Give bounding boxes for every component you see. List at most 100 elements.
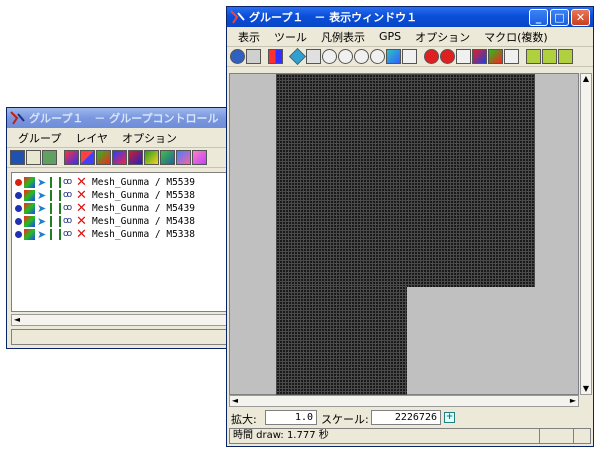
- layer-list[interactable]: ➤ ꝏ ✕ Mesh_Gunma / M5539 ➤ ꝏ ✕ Mesh_Gunm…: [11, 172, 229, 312]
- menu-layer[interactable]: レイヤ: [68, 130, 115, 146]
- scroll-left-icon[interactable]: ◄: [230, 396, 240, 406]
- scroll-down-icon[interactable]: ▼: [581, 384, 591, 394]
- grid-layer-icon[interactable]: [192, 150, 207, 165]
- layer-row[interactable]: ➤ ꝏ ✕ Mesh_Gunma / M5439: [12, 202, 228, 215]
- layer-row[interactable]: ➤ ꝏ ✕ Mesh_Gunma / M5538: [12, 189, 228, 202]
- show-hide-icon[interactable]: ➤: [37, 216, 48, 227]
- status-cell-2: [540, 429, 574, 443]
- display-window-titlebar[interactable]: グループ１ － 表示ウィンドウ１ _ □ ✕: [227, 7, 593, 27]
- menu-view[interactable]: 表示: [231, 29, 267, 45]
- remove-layer-icon[interactable]: ✕: [76, 176, 87, 189]
- menu-group[interactable]: グループ: [11, 130, 68, 146]
- legend-icon[interactable]: [488, 49, 503, 64]
- menu-gps[interactable]: GPS: [372, 30, 408, 43]
- script-1-icon[interactable]: [526, 49, 541, 64]
- binoculars-icon[interactable]: ꝏ: [63, 203, 74, 214]
- minimize-button[interactable]: _: [529, 8, 548, 26]
- remove-layer-icon[interactable]: ✕: [76, 228, 87, 241]
- script-2-icon[interactable]: [542, 49, 557, 64]
- script-3-icon[interactable]: [558, 49, 573, 64]
- layer-controls-icon[interactable]: [50, 203, 61, 214]
- layer-controls-icon[interactable]: [50, 216, 61, 227]
- measure-icon[interactable]: [472, 49, 487, 64]
- layer-type-icon: [24, 229, 35, 240]
- maximize-button[interactable]: □: [550, 8, 569, 26]
- layer-indicator-icon[interactable]: [15, 205, 22, 212]
- display-window[interactable]: グループ１ － 表示ウィンドウ１ _ □ ✕ 表示 ツール 凡例表示 GPS オ…: [226, 6, 594, 447]
- binoculars-icon[interactable]: ꝏ: [63, 177, 74, 188]
- layer-indicator-icon[interactable]: [15, 231, 22, 238]
- menu-option[interactable]: オプション: [115, 130, 184, 146]
- layer-list-hscroll[interactable]: ◄: [11, 314, 229, 326]
- zoom-in-icon[interactable]: [322, 49, 337, 64]
- zoom-field[interactable]: 1.0: [265, 410, 317, 425]
- select-icon[interactable]: [402, 49, 417, 64]
- raster-layer-icon[interactable]: [80, 150, 95, 165]
- layer-indicator-icon[interactable]: [15, 192, 22, 199]
- show-hide-icon[interactable]: ➤: [37, 229, 48, 240]
- group-control-menubar: グループ レイヤ オプション: [7, 128, 233, 148]
- layer-row[interactable]: ➤ ꝏ ✕ Mesh_Gunma / M5338: [12, 228, 228, 241]
- active-layer-indicator-icon[interactable]: [15, 179, 22, 186]
- vector-layer-icon[interactable]: [96, 150, 111, 165]
- map-vscroll[interactable]: ▲ ▼: [580, 73, 592, 395]
- zoom-full-icon[interactable]: [354, 49, 369, 64]
- grid-icon[interactable]: [386, 49, 401, 64]
- scroll-left-icon[interactable]: ◄: [12, 315, 22, 325]
- scroll-right-icon[interactable]: ►: [568, 396, 578, 406]
- close-button[interactable]: ✕: [571, 8, 590, 26]
- show-hide-icon[interactable]: ➤: [37, 190, 48, 201]
- layer-row[interactable]: ➤ ꝏ ✕ Mesh_Gunma / M5539: [12, 176, 228, 189]
- layer-controls-icon[interactable]: [50, 177, 61, 188]
- scale-add-icon[interactable]: +: [444, 412, 455, 423]
- layer-controls-icon[interactable]: [50, 229, 61, 240]
- pan-icon[interactable]: [306, 49, 321, 64]
- zoom-box-icon[interactable]: [370, 49, 385, 64]
- show-hide-icon[interactable]: ➤: [37, 177, 48, 188]
- menu-tool[interactable]: ツール: [267, 29, 314, 45]
- shape-layer-icon[interactable]: [112, 150, 127, 165]
- layer-controls-icon[interactable]: [50, 190, 61, 201]
- arrow-select-icon[interactable]: [456, 49, 471, 64]
- properties-icon[interactable]: [42, 150, 57, 165]
- group-control-window[interactable]: グループ１ － グループコントロール グループ レイヤ オプション ➤ ꝏ ✕ …: [6, 107, 234, 349]
- scale-label: スケール:: [321, 413, 369, 426]
- group-control-titlebar[interactable]: グループ１ － グループコントロール: [7, 108, 233, 128]
- map-hscroll[interactable]: ◄ ►: [229, 395, 579, 407]
- tin-layer-icon[interactable]: [144, 150, 159, 165]
- database-layer-icon[interactable]: [176, 150, 191, 165]
- remove-layer-icon[interactable]: ✕: [76, 202, 87, 215]
- remove-layer-icon[interactable]: ✕: [76, 189, 87, 202]
- scroll-up-icon[interactable]: ▲: [581, 74, 591, 84]
- scale-field[interactable]: 2226726: [371, 410, 441, 425]
- show-hide-icon[interactable]: ➤: [37, 203, 48, 214]
- remove-layer-icon[interactable]: ✕: [76, 215, 87, 228]
- print-icon[interactable]: [504, 49, 519, 64]
- save-icon[interactable]: [10, 150, 25, 165]
- help-icon[interactable]: [230, 49, 245, 64]
- layer-row[interactable]: ➤ ꝏ ✕ Mesh_Gunma / M5438: [12, 215, 228, 228]
- zoom-in-red-icon[interactable]: [424, 49, 439, 64]
- zoom-out-icon[interactable]: [338, 49, 353, 64]
- menu-legend[interactable]: 凡例表示: [314, 29, 372, 45]
- map-view[interactable]: [229, 73, 579, 395]
- layer-name: Mesh_Gunma / M5338: [92, 229, 195, 240]
- group-control-title: グループ１ － グループコントロール: [29, 112, 219, 125]
- status-cell-3: [574, 429, 590, 443]
- region-layer-icon[interactable]: [160, 150, 175, 165]
- display-window-toolbar: [227, 47, 593, 67]
- binoculars-icon[interactable]: ꝏ: [63, 216, 74, 227]
- add-layer-icon[interactable]: [64, 150, 79, 165]
- layer-indicator-icon[interactable]: [15, 218, 22, 225]
- menu-option[interactable]: オプション: [408, 29, 477, 45]
- redraw-icon[interactable]: [289, 48, 306, 65]
- zoom-out-red-icon[interactable]: [440, 49, 455, 64]
- cad-layer-icon[interactable]: [128, 150, 143, 165]
- copy-icon[interactable]: [26, 150, 41, 165]
- app-icon: [10, 111, 25, 125]
- binoculars-icon[interactable]: ꝏ: [63, 229, 74, 240]
- add-layer-icon[interactable]: [268, 49, 283, 64]
- window-icon[interactable]: [246, 49, 261, 64]
- menu-macro[interactable]: マクロ(複数): [477, 29, 555, 45]
- binoculars-icon[interactable]: ꝏ: [63, 190, 74, 201]
